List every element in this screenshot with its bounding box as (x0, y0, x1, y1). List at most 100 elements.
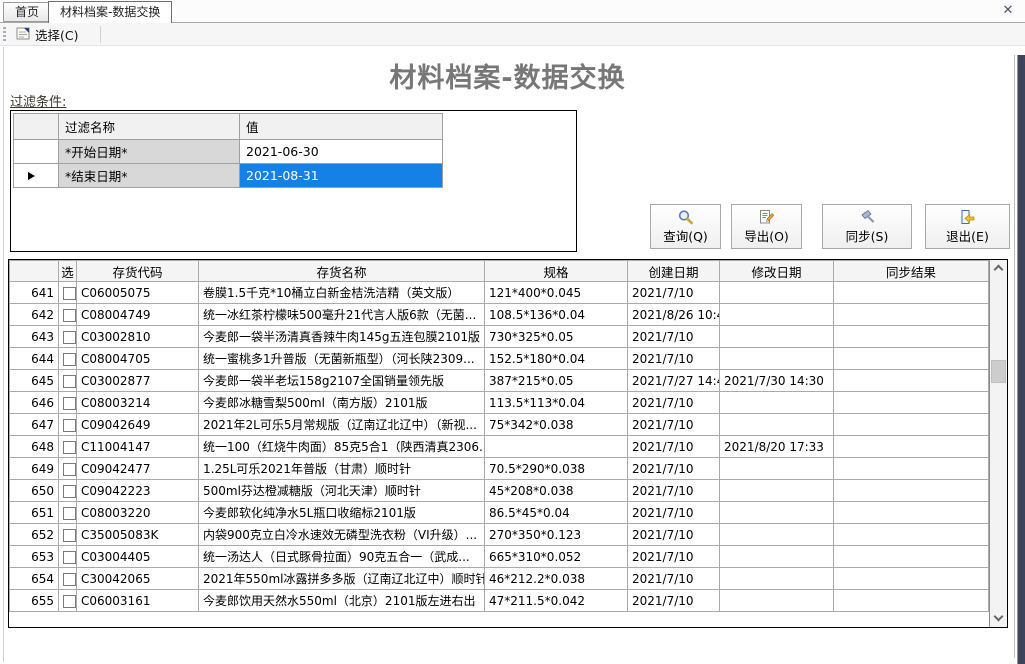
code-cell: C06005075 (77, 282, 199, 304)
row-checkbox[interactable] (63, 485, 76, 498)
sync-result-cell (834, 370, 989, 392)
code-cell: C09042477 (77, 458, 199, 480)
table-row[interactable]: 649 C09042477 1.25L可乐2021年普版（甘肃）顺时针 70.5… (10, 458, 989, 480)
table-row[interactable]: 644 C08004705 统一蜜桃多1升普版（无菌新瓶型）（河长陕2309..… (10, 348, 989, 370)
sync-result-cell (834, 414, 989, 436)
form-right-border (1014, 55, 1015, 658)
export-button[interactable]: 导出(O) (731, 204, 802, 249)
row-checkbox[interactable] (63, 419, 76, 432)
row-number-cell: 654 (10, 568, 59, 590)
table-row[interactable]: 652 C35005083K 内袋900克立白冷水速效无磷型洗衣粉（VI升级）.… (10, 524, 989, 546)
vertical-scrollbar[interactable] (989, 260, 1007, 627)
document-edit-icon (758, 209, 775, 225)
code-cell: C06003161 (77, 590, 199, 612)
row-number-cell: 642 (10, 304, 59, 326)
scroll-up-icon[interactable] (990, 260, 1007, 277)
row-number-cell: 645 (10, 370, 59, 392)
toolbar-grip-handle[interactable] (3, 27, 6, 42)
table-row[interactable]: 653 C03004405 统一汤达人（日式豚骨拉面）90克五合一（武成... … (10, 546, 989, 568)
row-checkbox[interactable] (63, 287, 76, 300)
table-row[interactable]: 642 C08004749 统一冰红茶柠檬味500毫升21代言人版6款（无菌..… (10, 304, 989, 326)
select-form-icon (16, 26, 31, 44)
sync-result-cell (834, 480, 989, 502)
close-tab-icon[interactable]: ✕ (1000, 3, 1016, 19)
current-row-arrow-icon (28, 172, 35, 180)
row-checkbox[interactable] (63, 529, 76, 542)
table-row[interactable]: 641 C06005075 卷膜1.5千克*10桶立白新金桔洗洁精（英文版） 1… (10, 282, 989, 304)
checkbox-cell (59, 370, 77, 392)
row-number-cell: 652 (10, 524, 59, 546)
spec-cell (485, 436, 628, 458)
checkbox-cell (59, 282, 77, 304)
sync-result-cell (834, 304, 989, 326)
name-cell: 今麦郎一袋半老坛158g2107全国销量领先版 (199, 370, 485, 392)
checkbox-cell (59, 326, 77, 348)
sync-result-cell (834, 326, 989, 348)
table-row[interactable]: 654 C30042065 2021年550ml冰露拼多多版（辽南辽北辽中）顺时… (10, 568, 989, 590)
table-row[interactable]: 643 C03002810 今麦郎一袋半汤清真香辣牛肉145g五连包膜2101版… (10, 326, 989, 348)
checkbox-cell (59, 480, 77, 502)
row-checkbox[interactable] (63, 309, 76, 322)
checkbox-cell (59, 436, 77, 458)
checkbox-cell (59, 590, 77, 612)
checkbox-cell (59, 304, 77, 326)
spec-cell: 270*350*0.123 (485, 524, 628, 546)
modified-date-cell (720, 546, 834, 568)
row-checkbox[interactable] (63, 397, 76, 410)
query-button[interactable]: 查询(Q) (650, 204, 721, 249)
tab-material-data-exchange[interactable]: 材料档案-数据交换 (48, 1, 172, 23)
app-window: 首页 材料档案-数据交换 ✕ 选择(C) 材料档案-数据交换 过滤条件: (0, 0, 1025, 664)
name-column-header[interactable]: 存货名称 (199, 261, 485, 282)
table-row[interactable]: 651 C08003220 今麦郎软化纯净水5L瓶口收缩标2101版 86.5*… (10, 502, 989, 524)
modified-date-cell (720, 348, 834, 370)
scroll-down-icon[interactable] (990, 610, 1007, 627)
created-date-cell: 2021/7/10 (628, 590, 720, 612)
sync-result-cell (834, 348, 989, 370)
row-checkbox[interactable] (63, 441, 76, 454)
exit-door-icon (959, 209, 976, 225)
row-checkbox[interactable] (63, 375, 76, 388)
spec-column-header[interactable]: 规格 (485, 261, 628, 282)
exit-button[interactable]: 退出(E) (925, 204, 1010, 249)
name-cell: 今麦郎冰糖雪梨500ml（南方版）2101版 (199, 392, 485, 414)
row-checkbox[interactable] (63, 507, 76, 520)
checkbox-cell (59, 524, 77, 546)
created-column-header[interactable]: 创建日期 (628, 261, 720, 282)
created-date-cell: 2021/7/10 (628, 414, 720, 436)
start-date-value-cell[interactable]: 2021-06-30 (240, 140, 443, 164)
row-checkbox[interactable] (63, 573, 76, 586)
spec-cell: 152.5*180*0.04 (485, 348, 628, 370)
filter-row-start-date: *开始日期* 2021-06-30 (14, 140, 443, 164)
spec-cell: 45*208*0.038 (485, 480, 628, 502)
name-cell: 统一100（红烧牛肉面）85克5合1（陕西清真2306... (199, 436, 485, 458)
row-checkbox[interactable] (63, 331, 76, 344)
tab-home[interactable]: 首页 (3, 2, 51, 22)
row-checkbox[interactable] (63, 595, 76, 608)
spec-cell: 113.5*113*0.04 (485, 392, 628, 414)
table-row[interactable]: 648 C11004147 统一100（红烧牛肉面）85克5合1（陕西清真230… (10, 436, 989, 458)
spec-cell: 108.5*136*0.04 (485, 304, 628, 326)
table-row[interactable]: 646 C08003214 今麦郎冰糖雪梨500ml（南方版）2101版 113… (10, 392, 989, 414)
spec-cell: 665*310*0.052 (485, 546, 628, 568)
select-column-header[interactable]: 选 (59, 261, 77, 282)
end-date-value-cell[interactable]: 2021-08-31 (240, 164, 443, 188)
name-cell: 500ml芬达橙减糖版（河北天津）顺时针 (199, 480, 485, 502)
row-checkbox[interactable] (63, 463, 76, 476)
checkbox-cell (59, 568, 77, 590)
sync-result-column-header[interactable]: 同步结果 (834, 261, 989, 282)
modified-column-header[interactable]: 修改日期 (720, 261, 834, 282)
table-row[interactable]: 655 C06003161 今麦郎饮用天然水550ml（北京）2101版左进右出… (10, 590, 989, 612)
row-checkbox[interactable] (63, 551, 76, 564)
table-row[interactable]: 650 C09042223 500ml芬达橙减糖版（河北天津）顺时针 45*20… (10, 480, 989, 502)
sync-button[interactable]: 同步(S) (822, 204, 912, 249)
code-cell: C03002810 (77, 326, 199, 348)
row-checkbox[interactable] (63, 353, 76, 366)
row-number-cell: 649 (10, 458, 59, 480)
created-date-cell: 2021/7/10 (628, 568, 720, 590)
code-column-header[interactable]: 存货代码 (77, 261, 199, 282)
scrollbar-thumb[interactable] (991, 360, 1006, 383)
checkbox-cell (59, 414, 77, 436)
select-button[interactable]: 选择(C) (10, 24, 84, 45)
table-row[interactable]: 647 C09042649 2021年2L可乐5月常规版（辽南辽北辽中）（新视.… (10, 414, 989, 436)
table-row[interactable]: 645 C03002877 今麦郎一袋半老坛158g2107全国销量领先版 38… (10, 370, 989, 392)
